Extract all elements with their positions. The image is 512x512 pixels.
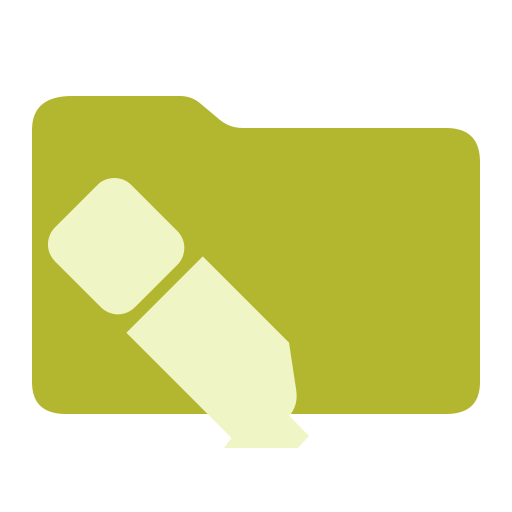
folder-highlighter-icon [0, 0, 512, 512]
folder-highlighter-svg [32, 96, 480, 448]
